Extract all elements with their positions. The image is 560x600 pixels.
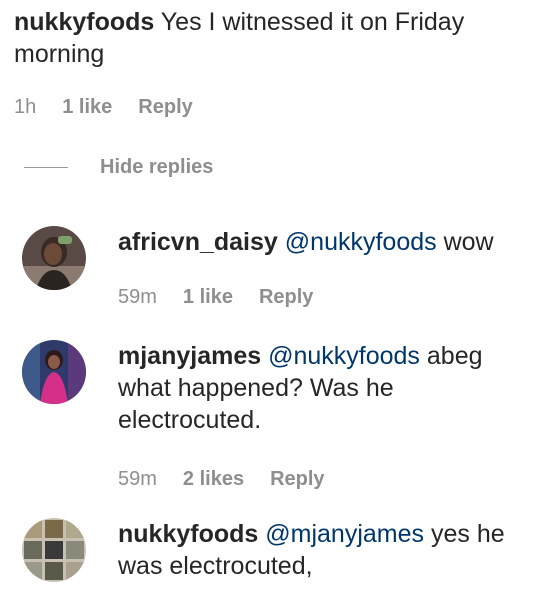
reply-button[interactable]: Reply	[138, 96, 192, 119]
profile-photo-icon	[22, 518, 86, 582]
hide-replies-label: Hide replies	[100, 156, 214, 178]
profile-photo-icon	[22, 340, 86, 404]
reply-body: mjanyjames @nukkyfoods abeg what happene…	[118, 340, 538, 491]
reply-time: 59m	[118, 468, 157, 490]
avatar[interactable]	[22, 518, 86, 582]
reply-mention[interactable]: @mjanyjames	[265, 520, 424, 548]
comment-likes[interactable]: 1 like	[62, 96, 112, 119]
top-comment: nukkyfoods Yes I witnessed it on Friday …	[14, 6, 544, 119]
profile-photo-icon	[22, 226, 86, 290]
reply-body: nukkyfoods @mjanyjames yes he was electr…	[118, 518, 538, 582]
reply-body: africvn_daisy @nukkyfoods wow 59m 1 like…	[118, 226, 538, 309]
hide-replies-button[interactable]: Hide replies	[24, 156, 213, 179]
comment-time: 1h	[14, 96, 37, 118]
reply-likes[interactable]: 2 likes	[183, 468, 244, 491]
reply-content: wow	[443, 228, 494, 256]
reply-username[interactable]: mjanyjames	[118, 342, 261, 370]
reply-text: nukkyfoods @mjanyjames yes he was electr…	[118, 518, 538, 582]
comment-meta: 1h 1 like Reply	[14, 96, 544, 119]
reply-mention[interactable]: @nukkyfoods	[285, 228, 437, 256]
reply-likes[interactable]: 1 like	[183, 286, 233, 309]
reply-button[interactable]: Reply	[259, 286, 313, 309]
reply-text: mjanyjames @nukkyfoods abeg what happene…	[118, 340, 538, 436]
avatar[interactable]	[22, 340, 86, 404]
reply-username[interactable]: nukkyfoods	[118, 520, 258, 548]
reply-time: 59m	[118, 286, 157, 308]
reply-meta: 59m 2 likes Reply	[118, 468, 538, 491]
reply-username[interactable]: africvn_daisy	[118, 228, 278, 256]
reply-mention[interactable]: @nukkyfoods	[268, 342, 420, 370]
comment-username[interactable]: nukkyfoods	[14, 8, 154, 36]
comment-text: nukkyfoods Yes I witnessed it on Friday …	[14, 6, 544, 70]
reply-button[interactable]: Reply	[270, 468, 324, 491]
reply-meta: 59m 1 like Reply	[118, 286, 538, 309]
divider-line	[24, 167, 68, 168]
avatar[interactable]	[22, 226, 86, 290]
reply-text: africvn_daisy @nukkyfoods wow	[118, 226, 538, 258]
